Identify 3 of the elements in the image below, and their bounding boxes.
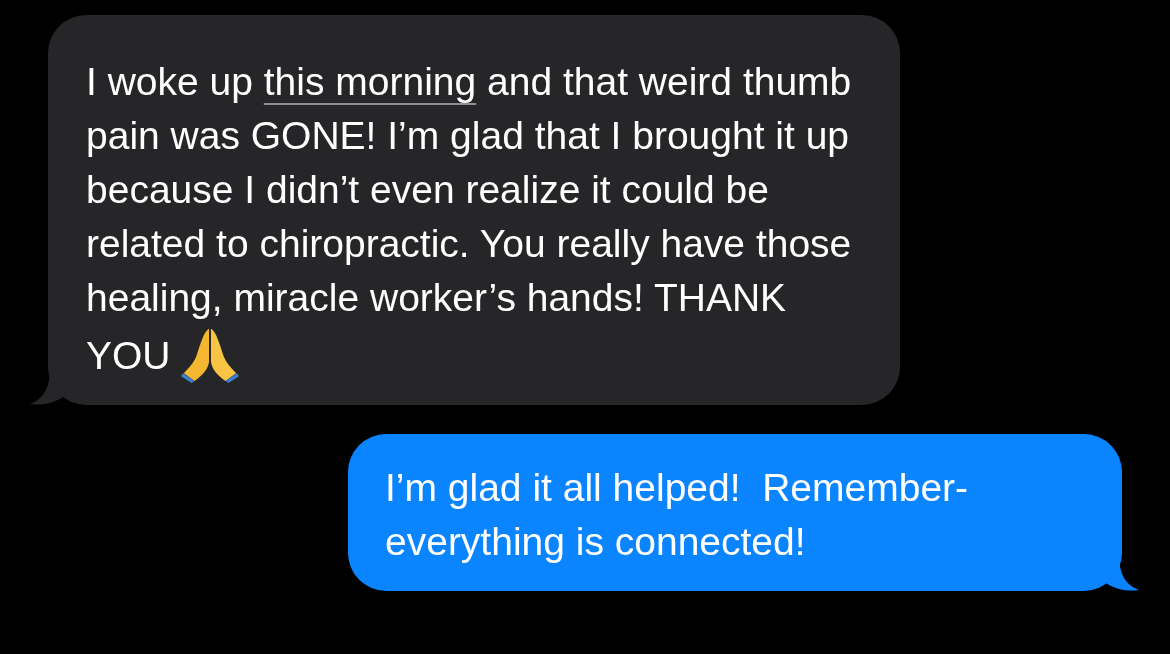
date-link[interactable]: this morning — [263, 60, 477, 103]
message-text: I woke up this morning and that weird thumb pain was GONE! I’m glad that I brought it up because I didn’t even realize it could be related to chiropractic. You really have those healing, miracle worker’s hands! THANK YOU — [86, 55, 862, 383]
message-text: I’m glad it all helped! Remember-everything is connected! — [385, 465, 970, 565]
